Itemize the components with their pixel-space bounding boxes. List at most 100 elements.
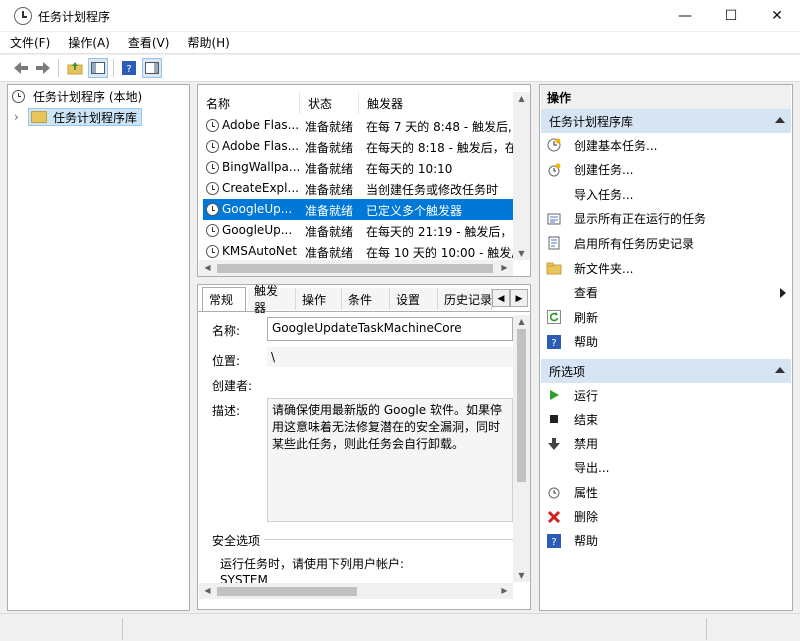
task-name-field[interactable]: GoogleUpdateTaskMachineCore: [267, 317, 513, 341]
hscroll-thumb[interactable]: [217, 587, 357, 596]
menu-file[interactable]: 文件(F): [0, 34, 58, 51]
help-button[interactable]: ?: [119, 58, 139, 78]
tab-settings[interactable]: 设置: [390, 288, 438, 310]
action-item[interactable]: 属性: [546, 481, 786, 503]
tree-root[interactable]: 任务计划程序 (本地): [12, 86, 142, 106]
action-item[interactable]: 查看: [546, 282, 786, 304]
end-icon: [546, 411, 562, 427]
task-clock-icon: [206, 224, 219, 237]
tree-root-label: 任务计划程序 (本地): [33, 89, 143, 104]
action-label: 禁用: [574, 437, 599, 452]
scroll-left-icon[interactable]: ◀: [199, 586, 216, 595]
left-edge-strip: [0, 84, 7, 611]
tab-scroll-right-icon[interactable]: ▶: [510, 289, 528, 307]
maximize-icon: ☐: [724, 8, 738, 24]
task-detail-pane: 常规 触发器 操作 条件 设置 历史记录 ◀ ▶ 名称: GoogleUpdat…: [197, 284, 531, 610]
detail-vscrollbar[interactable]: ▲ ▼: [513, 315, 530, 582]
task-row[interactable]: GoogleUp... 准备就绪 已定义多个触发器: [203, 199, 513, 220]
task-row[interactable]: BingWallpa... 准备就绪 在每天的 10:10: [203, 157, 513, 178]
scroll-down-icon[interactable]: ▼: [513, 249, 530, 258]
action-label: 查看: [574, 286, 599, 301]
toolbar: ?: [0, 55, 800, 82]
refresh-icon: [546, 309, 562, 325]
action-item[interactable]: 导入任务...: [546, 183, 786, 205]
close-button[interactable]: ✕: [754, 0, 800, 32]
collapse-icon[interactable]: [775, 117, 785, 123]
security-group-title: 安全选项: [208, 532, 265, 549]
menu-help[interactable]: 帮助(H): [177, 34, 237, 51]
task-row[interactable]: KMSAutoNet 准备就绪 在每 10 天的 10:00 - 触发后: [203, 241, 513, 262]
task-clock-icon: [206, 203, 219, 216]
scroll-down-icon[interactable]: ▼: [513, 571, 530, 580]
action-item[interactable]: 新文件夹...: [546, 257, 786, 279]
description-label: 描述:: [212, 404, 241, 418]
task-list-hscrollbar[interactable]: ◀ ▶: [199, 260, 513, 276]
expand-icon[interactable]: ›: [14, 110, 28, 124]
task-status: 准备就绪: [305, 225, 354, 239]
section-selected-item[interactable]: 所选项: [541, 359, 791, 383]
action-item[interactable]: ? 帮助: [546, 530, 786, 552]
column-header-status[interactable]: 状态: [300, 92, 359, 114]
action-label: 删除: [574, 510, 599, 524]
action-label: 创建基本任务...: [574, 138, 658, 153]
minimize-button[interactable]: —: [662, 0, 708, 32]
task-name: BingWallpa...: [222, 160, 300, 174]
task-status: 准备就绪: [305, 162, 354, 176]
tab-history[interactable]: 历史记录: [438, 288, 492, 310]
section-task-library[interactable]: 任务计划程序库: [541, 109, 791, 133]
maximize-button[interactable]: ☐: [708, 0, 754, 32]
action-item[interactable]: 创建任务...: [546, 159, 786, 181]
detail-hscrollbar[interactable]: ◀ ▶: [199, 583, 513, 599]
task-list-vscrollbar[interactable]: ▲ ▼: [513, 92, 530, 260]
scroll-right-icon[interactable]: ▶: [496, 586, 513, 595]
task-clock-icon: [206, 182, 219, 195]
description-field[interactable]: 请确保使用最新版的 Google 软件。如果停用这意味着无法修复潜在的安全漏洞，…: [267, 398, 513, 522]
task-status: 准备就绪: [305, 141, 354, 155]
action-item[interactable]: 运行: [546, 384, 786, 406]
action-item[interactable]: 导出...: [546, 457, 786, 479]
task-row[interactable]: Adobe Flas... 准备就绪 在每天的 8:18 - 触发后，在: [203, 136, 513, 157]
action-item[interactable]: 删除: [546, 506, 786, 528]
tab-general[interactable]: 常规: [202, 287, 246, 311]
action-item[interactable]: 启用所有任务历史记录: [546, 232, 786, 254]
scroll-right-icon[interactable]: ▶: [496, 263, 513, 272]
create-basic-task-icon: [546, 137, 562, 153]
hscroll-thumb[interactable]: [217, 264, 493, 273]
window-title: 任务计划程序: [38, 10, 111, 24]
vscroll-thumb[interactable]: [517, 329, 526, 482]
action-label: 导入任务...: [574, 187, 634, 202]
menu-action[interactable]: 操作(A): [58, 34, 118, 51]
task-row[interactable]: Adobe Flas... 准备就绪 在每 7 天的 8:48 - 触发后,: [203, 115, 513, 136]
tab-scroll: ◀ ▶: [492, 289, 528, 307]
forward-button[interactable]: [33, 58, 53, 78]
tab-scroll-left-icon[interactable]: ◀: [492, 289, 510, 307]
tab-conditions[interactable]: 条件: [342, 288, 390, 310]
collapse-icon[interactable]: [775, 367, 785, 373]
tab-actions[interactable]: 操作: [296, 288, 342, 310]
folder-up-button[interactable]: [65, 58, 85, 78]
action-item[interactable]: 刷新: [546, 306, 786, 328]
show-hide-console-tree-button[interactable]: [88, 58, 108, 78]
action-item[interactable]: 禁用: [546, 433, 786, 455]
scroll-up-icon[interactable]: ▲: [513, 94, 530, 103]
task-row[interactable]: CreateExpl... 准备就绪 当创建任务或修改任务时: [203, 178, 513, 199]
action-item[interactable]: ? 帮助: [546, 331, 786, 353]
action-item[interactable]: 创建基本任务...: [546, 134, 786, 156]
action-item[interactable]: 结束: [546, 408, 786, 430]
task-clock-icon: [206, 245, 219, 258]
menu-view[interactable]: 查看(V): [118, 34, 178, 51]
tree-item-task-library[interactable]: › 任务计划程序库: [14, 107, 142, 127]
tab-triggers[interactable]: 触发器: [248, 284, 296, 315]
back-button[interactable]: [11, 58, 31, 78]
scroll-left-icon[interactable]: ◀: [199, 263, 216, 272]
task-trigger: 在每天的 10:10: [366, 162, 453, 176]
column-header-name[interactable]: 名称: [198, 92, 300, 114]
scroll-up-icon[interactable]: ▲: [513, 317, 530, 326]
column-header-trigger[interactable]: 触发器: [359, 92, 513, 114]
action-item[interactable]: 显示所有正在运行的任务: [546, 208, 786, 230]
run-icon: [546, 387, 562, 403]
show-hide-action-pane-button[interactable]: [142, 58, 162, 78]
task-row[interactable]: GoogleUp... 准备就绪 在每天的 21:19 - 触发后，在: [203, 220, 513, 241]
console-tree: 任务计划程序 (本地) › 任务计划程序库: [7, 84, 190, 611]
task-trigger: 在每 7 天的 8:48 - 触发后,: [366, 120, 512, 134]
